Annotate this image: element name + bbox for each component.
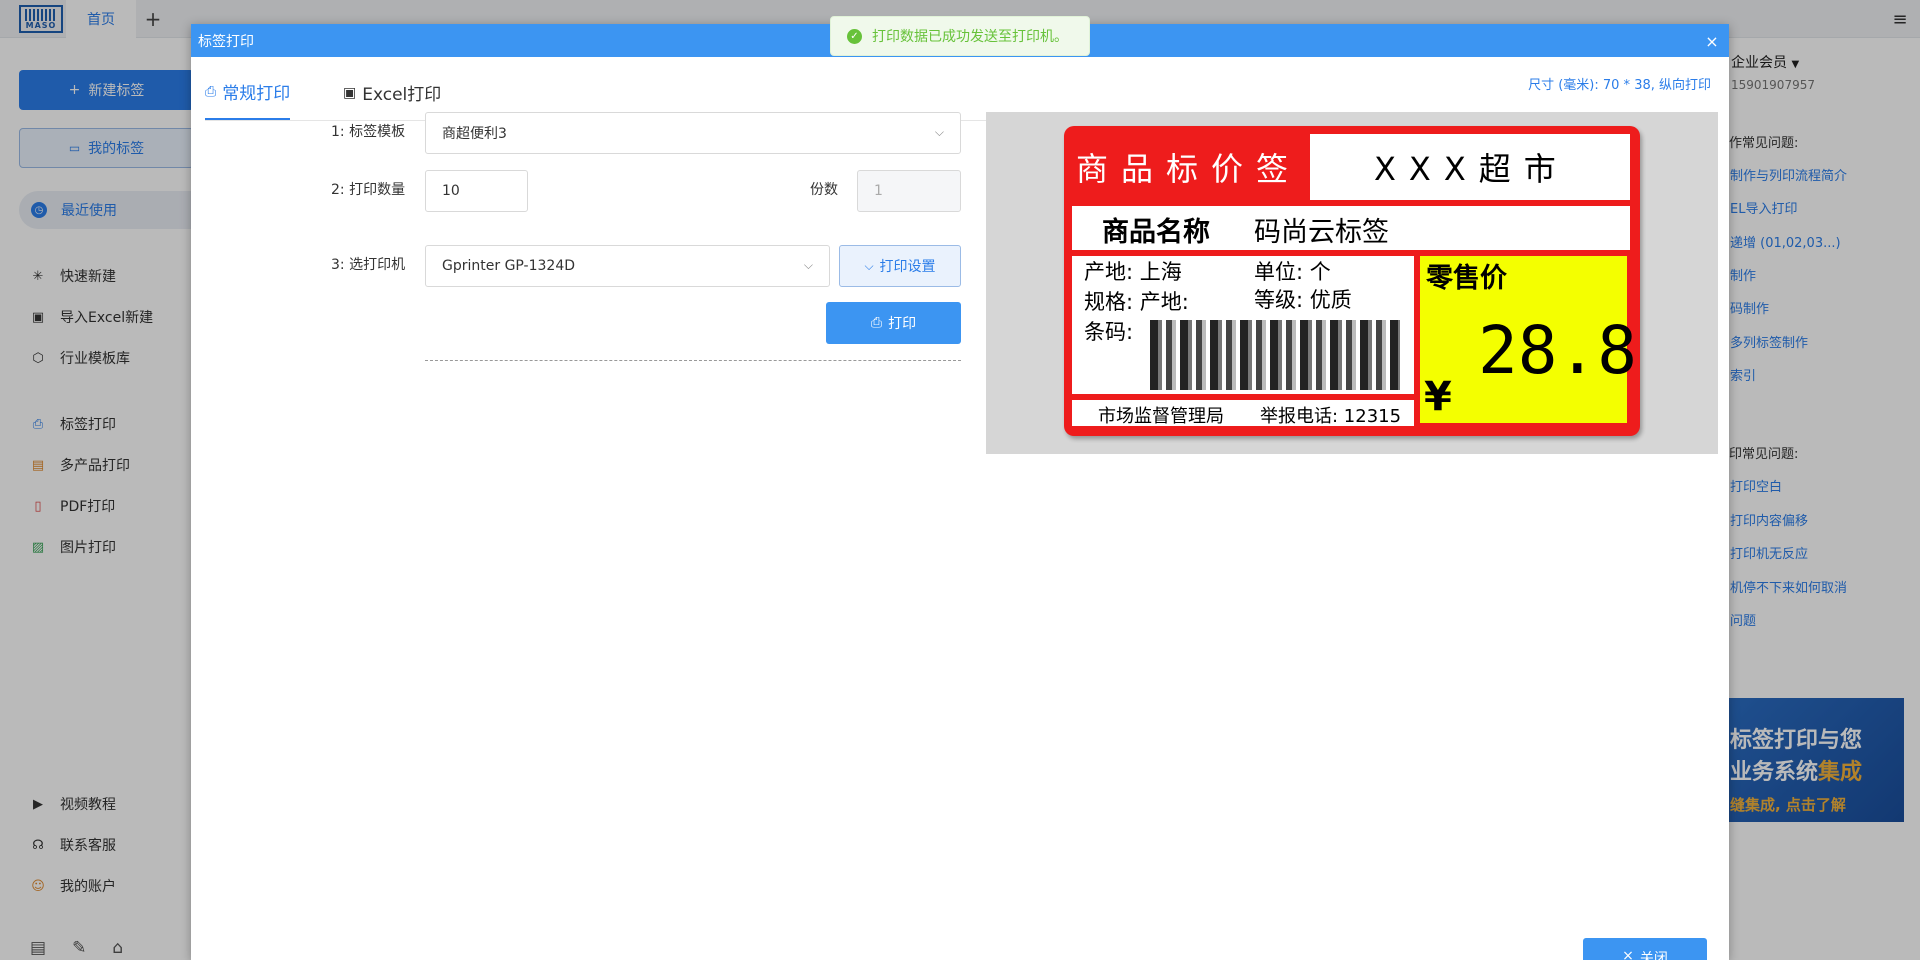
currency-symbol: ¥ — [1424, 374, 1452, 420]
label-footer-authority: 市场监督管理局 — [1098, 406, 1224, 427]
label-grade: 等级: 优质 — [1254, 288, 1352, 312]
label-print-dialog: 标签打印 × ⎙ 常规打印 ▣ Excel打印 尺寸 (毫米): 70 * 38… — [191, 24, 1729, 960]
price-tag-label: 商品标价签 XXX超市 商品名称 码尚云标签 产地: 上海 单位: 个 规格: … — [1064, 126, 1640, 436]
tab-label: Excel打印 — [362, 85, 442, 105]
label-origin: 产地: 上海 — [1084, 260, 1182, 284]
tab-label: 常规打印 — [222, 84, 291, 104]
label-size-info: 尺寸 (毫米): 70 * 38, 纵向打印 — [1528, 78, 1711, 93]
printer-icon: ⎙ — [870, 315, 883, 331]
label-store-name: XXX超市 — [1374, 150, 1569, 188]
check-circle-icon: ✓ — [847, 28, 862, 44]
close-icon[interactable]: × — [1703, 32, 1721, 51]
excel-icon: ▣ — [343, 84, 357, 101]
label-header: 商品标价签 — [1076, 150, 1302, 188]
print-settings-button[interactable]: ⌵ 打印设置 — [839, 245, 961, 287]
label-spec: 规格: 产地: — [1084, 290, 1189, 314]
quantity-input[interactable]: 10 — [425, 170, 528, 212]
printer-value: Gprinter GP-1324D — [442, 258, 576, 274]
close-icon: × — [1622, 948, 1634, 960]
label-footer-hotline: 举报电话: 12315 — [1260, 406, 1402, 427]
success-toast: ✓ 打印数据已成功发送至打印机。 — [830, 16, 1090, 56]
label-product-name: 码尚云标签 — [1254, 217, 1389, 248]
retail-price-value: 28.8 — [1478, 312, 1637, 389]
close-dialog-button[interactable]: × 关闭 — [1583, 938, 1707, 960]
dialog-title: 标签打印 — [198, 33, 254, 50]
printer-select[interactable]: Gprinter GP-1324D ⌵ — [425, 245, 830, 287]
toast-message: 打印数据已成功发送至打印机。 — [872, 29, 1068, 45]
close-dialog-text: 关闭 — [1639, 951, 1668, 960]
template-value: 商超便利3 — [442, 126, 507, 142]
copies-value: 1 — [874, 183, 883, 199]
retail-price-caption: 零售价 — [1426, 263, 1507, 294]
print-button-text: 打印 — [888, 316, 917, 332]
printer-icon: ⎙ — [205, 83, 217, 100]
label-barcode-caption: 条码: — [1084, 320, 1134, 344]
chevron-down-icon: ⌵ — [803, 258, 813, 272]
template-select[interactable]: 商超便利3 ⌵ — [425, 112, 961, 154]
quantity-value: 10 — [442, 183, 460, 199]
copies-label: 份数 — [810, 182, 838, 198]
print-button[interactable]: ⎙ 打印 — [826, 302, 961, 344]
barcode-image — [1150, 320, 1400, 390]
copies-input[interactable]: 1 — [857, 170, 961, 212]
chevron-down-icon: ⌵ — [934, 125, 944, 139]
label-unit: 单位: 个 — [1254, 260, 1331, 284]
tab-normal-print[interactable]: ⎙ 常规打印 — [205, 65, 291, 120]
form-divider — [425, 360, 961, 361]
label-preview-area: 商品标价签 XXX超市 商品名称 码尚云标签 产地: 上海 单位: 个 规格: … — [986, 112, 1718, 454]
template-label: 1: 标签模板 — [331, 124, 406, 140]
price-box: 零售价 28.8 ¥ — [1420, 256, 1637, 423]
print-settings-text: 打印设置 — [879, 259, 936, 275]
chevron-down-icon: ⌵ — [864, 258, 874, 273]
label-name-caption: 商品名称 — [1102, 217, 1210, 248]
printer-label: 3: 选打印机 — [331, 257, 406, 273]
quantity-label: 2: 打印数量 — [331, 182, 406, 198]
